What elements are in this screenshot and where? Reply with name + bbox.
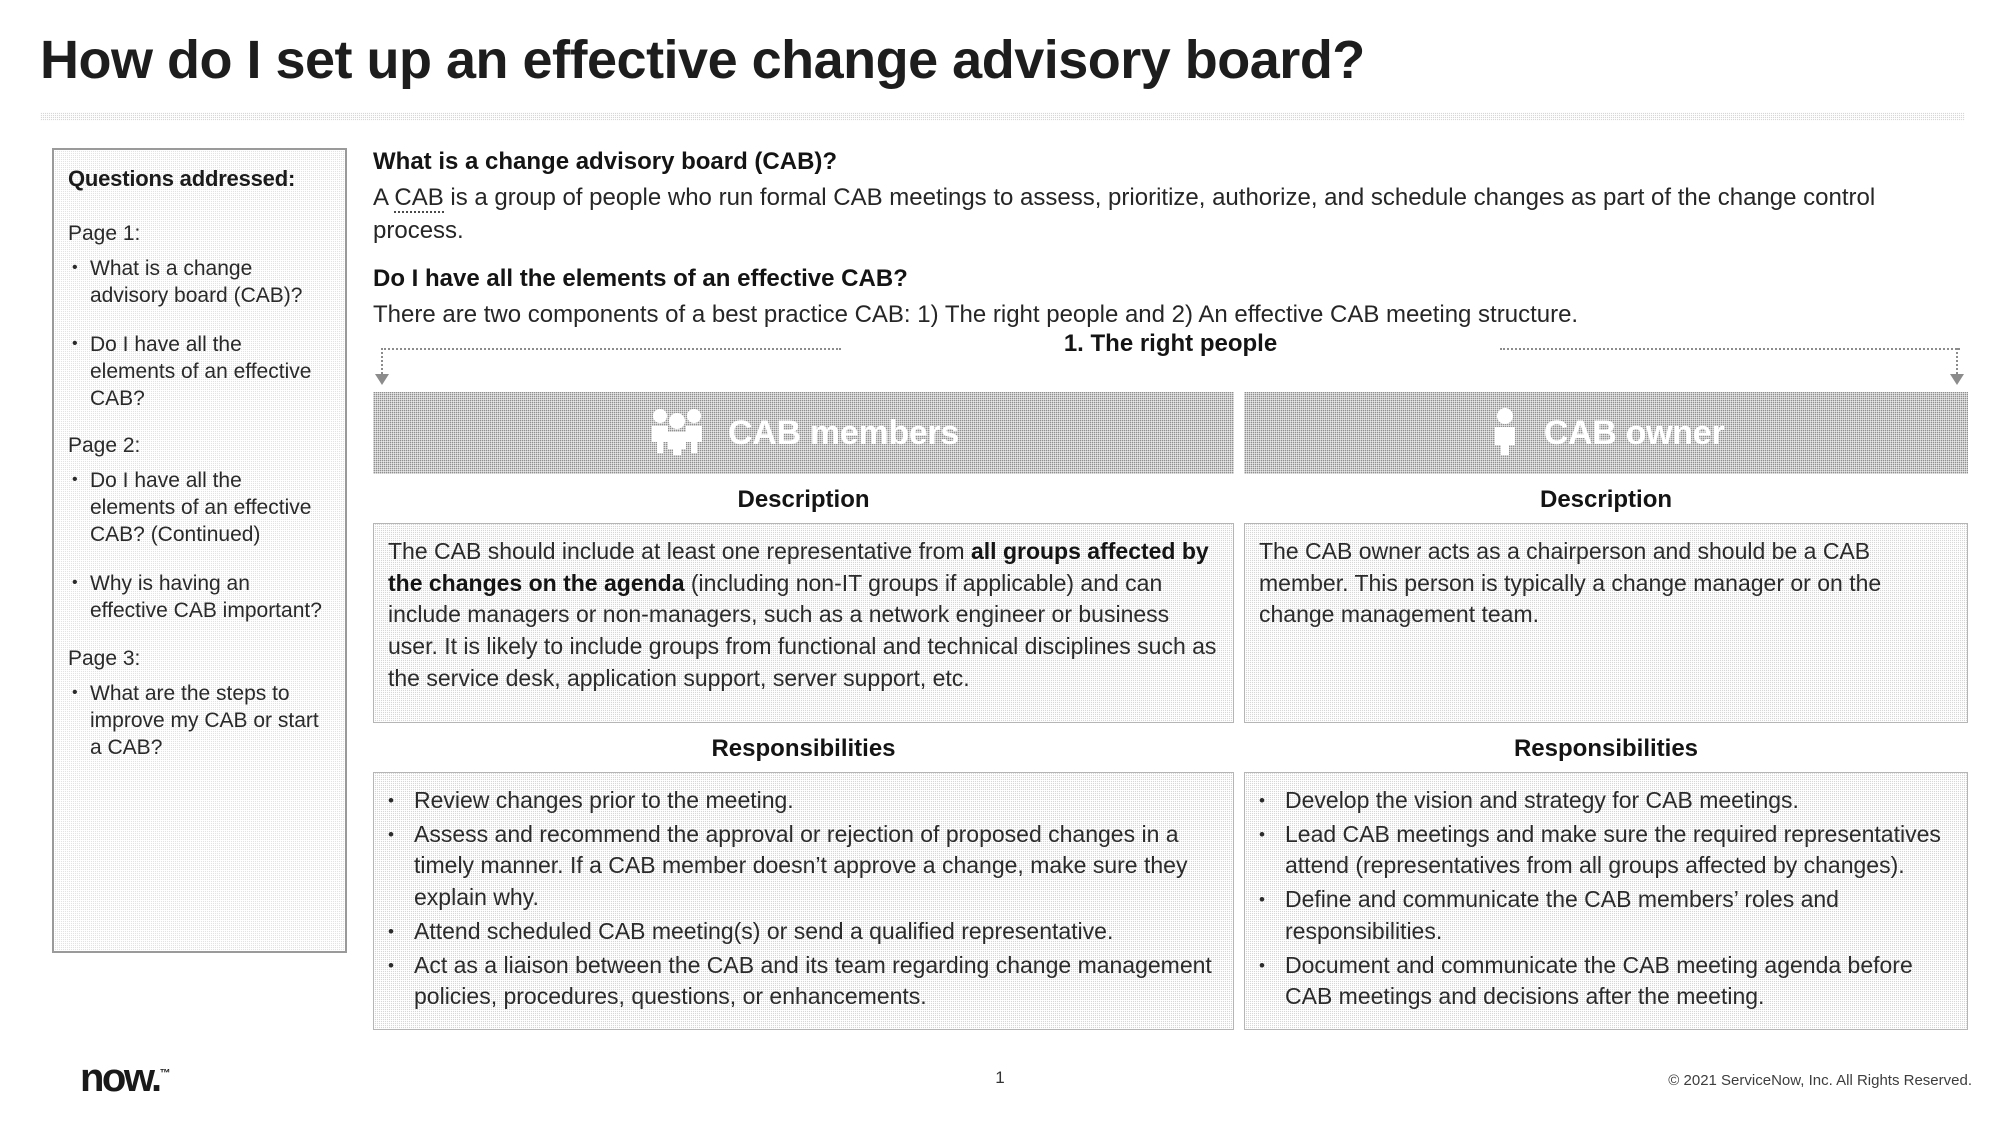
bullet-icon: •: [1259, 824, 1265, 844]
sidebar-title: Questions addressed:: [68, 166, 296, 191]
sidebar-question-text: Why is having an effective CAB important…: [90, 572, 322, 622]
cab-members-responsibility-list: • Review changes prior to the meeting. • As…: [388, 785, 1219, 1013]
cab-owner-column: CAB owner Description The CAB owner acts…: [1244, 392, 1968, 1031]
cab-members-title: CAB members: [728, 413, 959, 452]
cab-owner-header: CAB owner: [1244, 392, 1968, 474]
question-1-heading: What is a change advisory board (CAB)?: [373, 148, 838, 175]
sidebar-question-item[interactable]: • What are the steps to improve my CAB or…: [68, 681, 331, 762]
question-2-heading: Do I have all the elements of an effecti…: [373, 265, 908, 293]
cab-members-responsibilities-panel: • Review changes prior to the meeting. • As…: [373, 772, 1234, 1031]
right-people-connector: 1. The right people: [373, 330, 1968, 388]
cab-owner-responsibilities-label: Responsibilities: [1513, 735, 1699, 762]
cab-members-responsibility-text: Attend scheduled CAB meeting(s) or send …: [414, 917, 1114, 944]
bullet-icon: •: [72, 574, 78, 591]
bullet-icon: •: [72, 259, 78, 276]
bullet-icon: •: [388, 921, 394, 941]
cab-owner-responsibility-text: Develop the vision and strategy for CAB …: [1285, 787, 1799, 813]
cab-members-description-label: Description: [737, 486, 870, 513]
sidebar-page-group: Page 2: • Do I have all the elements of an…: [68, 434, 331, 624]
arrow-down-icon-right: [1950, 374, 1964, 385]
cab-members-responsibility-text: Act as a liaison between the CAB and its…: [414, 951, 1212, 1010]
cab-owner-description-label: Description: [1539, 486, 1673, 513]
cab-owner-responsibility-item: • Document and communicate the CAB meetin…: [1259, 950, 1953, 1013]
sidebar-page-group: Page 1: • What is a change advisory board …: [68, 222, 331, 412]
cab-owner-description-panel: The CAB owner acts as a chairperson and …: [1244, 523, 1968, 723]
cab-members-header: CAB members: [373, 392, 1234, 474]
cab-members-responsibility-item: • Assess and recommend the approval or re…: [388, 819, 1219, 914]
people-group-icon: [648, 407, 706, 460]
sidebar-page-label: Page 1:: [68, 222, 141, 245]
answer-1-prefix: A: [373, 184, 395, 211]
question-1-answer: A CAB is a group of people who run forma…: [373, 182, 1968, 247]
cab-glossary-link[interactable]: CAB: [394, 184, 444, 213]
cab-owner-description-run: The CAB owner acts as a chairperson and …: [1259, 538, 1882, 628]
cab-members-column: CAB members Description The CAB should i…: [373, 392, 1234, 1031]
cab-owner-responsibility-item: • Develop the vision and strategy for CAB…: [1259, 785, 1953, 817]
cab-owner-responsibility-text: Lead CAB meetings and make sure the requ…: [1285, 820, 1941, 879]
cab-members-description-panel: The CAB should include at least one repr…: [373, 523, 1234, 723]
sidebar-question-text: Do I have all the elements of an effecti…: [90, 332, 312, 410]
bullet-icon: •: [72, 683, 78, 701]
bullet-icon: •: [1259, 955, 1265, 975]
questions-addressed-sidebar: Questions addressed: Page 1: • What is a c…: [52, 148, 347, 953]
connector-line-right: [1500, 348, 1960, 350]
cab-members-responsibility-item: • Act as a liaison between the CAB and it…: [388, 950, 1219, 1013]
connector-line-left: [381, 348, 841, 350]
sidebar-question-item[interactable]: • What is a change advisory board (CAB)?: [68, 256, 331, 310]
sidebar-question-text: What is a change advisory board (CAB)?: [90, 257, 303, 307]
bullet-icon: •: [1259, 791, 1265, 810]
bullet-icon: •: [388, 824, 394, 844]
cab-owner-responsibility-text: Define and communicate the CAB members’ …: [1285, 886, 1839, 944]
cab-owner-responsibilities-panel: • Develop the vision and strategy for CAB…: [1244, 772, 1968, 1031]
cab-owner-responsibility-list: • Develop the vision and strategy for CAB…: [1259, 785, 1953, 1013]
question-2-answer: There are two components of a best pract…: [373, 301, 1579, 329]
sidebar-question-text: What are the steps to improve my CAB or …: [90, 681, 319, 759]
sidebar-page-group: Page 3: • What are the steps to improve my…: [68, 647, 331, 762]
answer-1-suffix: is a group of people who run formal CAB …: [373, 184, 1876, 244]
cab-members-responsibility-text: Review changes prior to the meeting.: [414, 787, 794, 813]
cab-owner-responsibility-text: Document and communicate the CAB meeting…: [1285, 951, 1913, 1010]
arrow-down-icon-left: [375, 374, 389, 385]
sidebar-question-text: Do I have all the elements of an effecti…: [90, 469, 312, 547]
title-divider-rule: [40, 112, 1965, 121]
bullet-icon: •: [72, 334, 78, 352]
bullet-icon: •: [388, 955, 394, 975]
sidebar-question-item[interactable]: • Do I have all the elements of an effect…: [68, 332, 331, 413]
bullet-icon: •: [72, 471, 78, 489]
sidebar-question-item[interactable]: • Why is having an effective CAB importan…: [68, 571, 331, 625]
cab-owner-title: CAB owner: [1543, 413, 1725, 452]
sidebar-group-list: Page 1: • What is a change advisory board …: [68, 222, 331, 761]
bullet-icon: •: [388, 791, 394, 810]
bullet-icon: •: [1259, 890, 1265, 910]
cab-members-responsibility-item: • Review changes prior to the meeting.: [388, 785, 1219, 817]
cab-owner-responsibility-item: • Define and communicate the CAB members’…: [1259, 884, 1953, 947]
page-title: How do I set up an effective change advi…: [40, 30, 1365, 90]
copyright-notice: © 2021 ServiceNow, Inc. All Rights Reser…: [1668, 1072, 1972, 1089]
intro-section: What is a change advisory board (CAB)? A…: [373, 148, 1968, 350]
cab-members-description-run: The CAB should include at least one repr…: [388, 538, 971, 564]
cab-owner-responsibility-item: • Lead CAB meetings and make sure the req…: [1259, 819, 1953, 882]
connector-label: 1. The right people: [1049, 330, 1292, 358]
sidebar-question-item[interactable]: • Do I have all the elements of an effect…: [68, 468, 331, 549]
cab-members-responsibility-item: • Attend scheduled CAB meeting(s) or send…: [388, 916, 1219, 948]
cab-members-responsibility-text: Assess and recommend the approval or rej…: [414, 820, 1188, 911]
sidebar-page-label: Page 2:: [68, 434, 141, 458]
person-icon: [1488, 407, 1522, 460]
slide-page: How do I set up an effective change advi…: [0, 0, 2000, 1125]
sidebar-page-label: Page 3:: [68, 646, 141, 670]
cab-members-responsibilities-label: Responsibilities: [711, 735, 896, 762]
page-header: How do I set up an effective change advi…: [40, 32, 1970, 89]
